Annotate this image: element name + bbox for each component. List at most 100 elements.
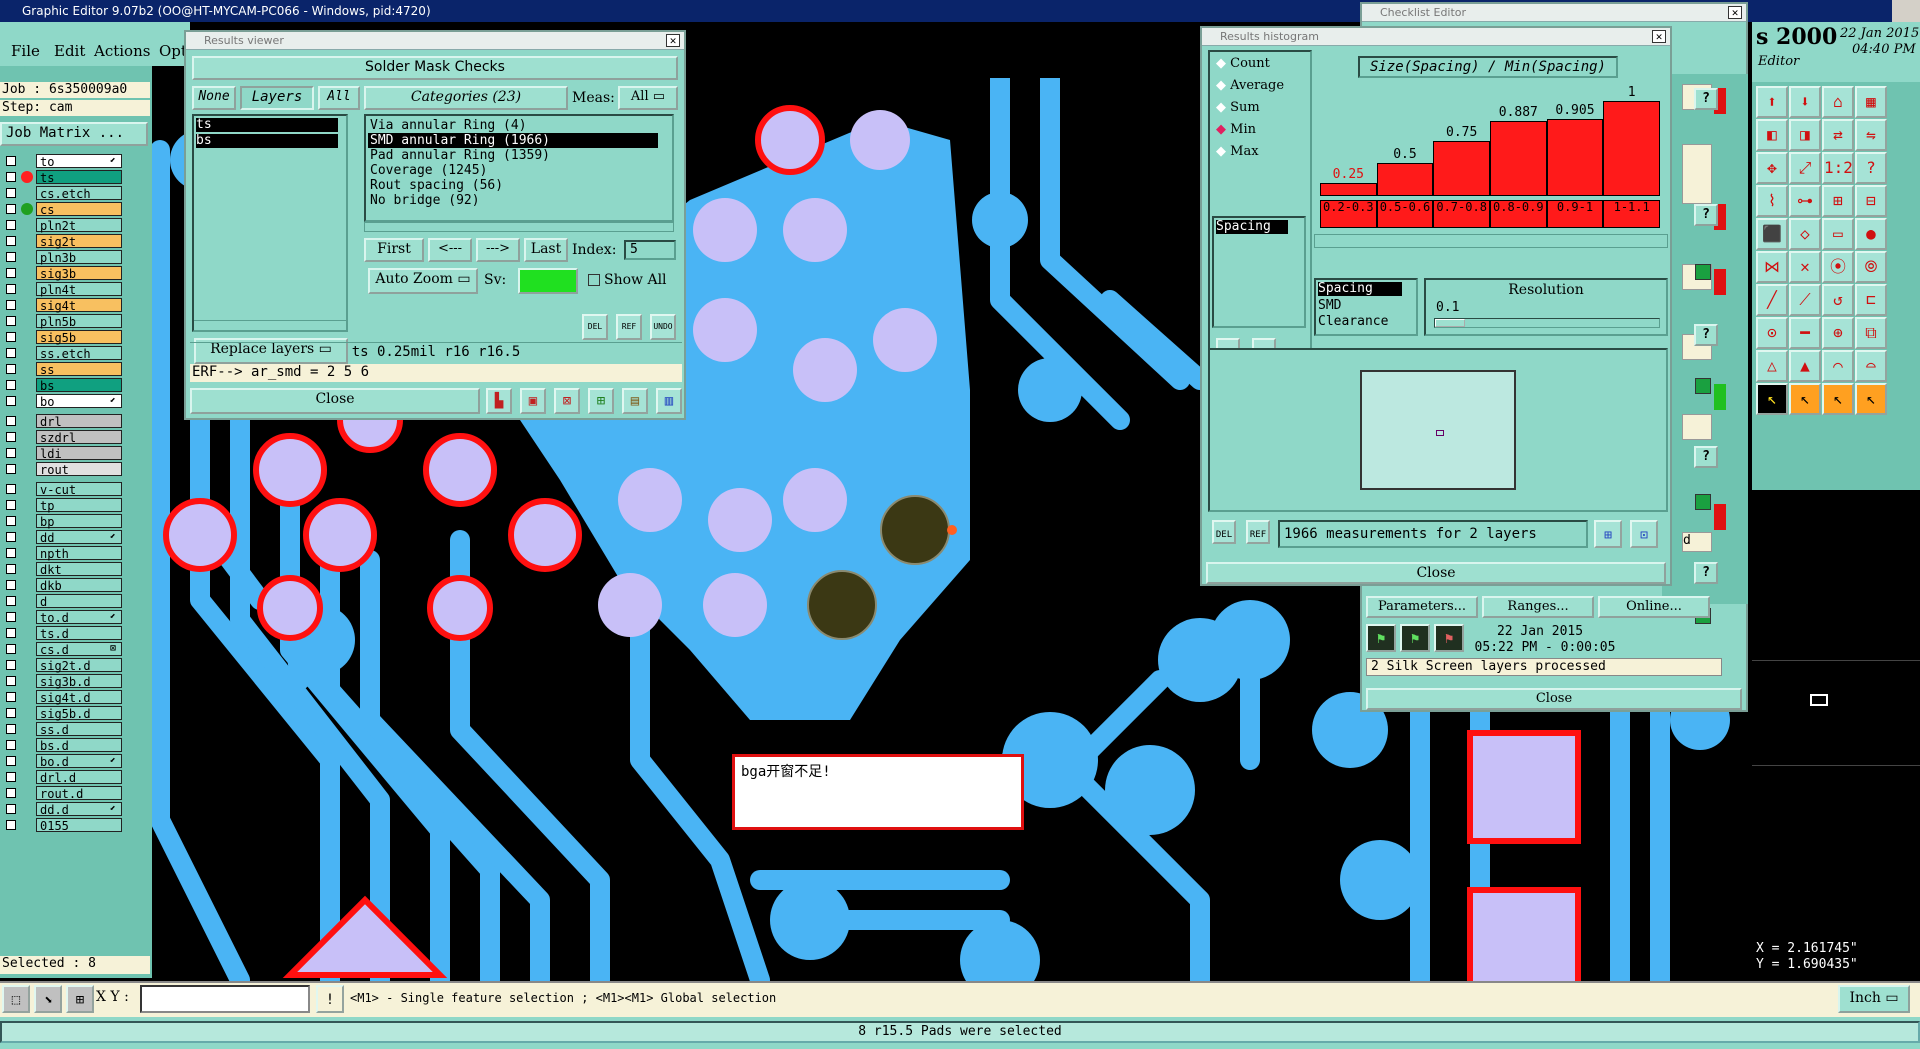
layer-row[interactable]: sig3b.d [4,674,122,689]
layer-row[interactable]: npth [4,546,122,561]
layer-row[interactable]: sig3b [4,266,122,281]
layer-name[interactable]: bp [36,514,122,529]
layer-checkbox[interactable] [6,448,16,458]
layer-checkbox[interactable] [6,432,16,442]
layer-row[interactable]: pln2t [4,218,122,233]
cross-icon[interactable]: ✕ [1789,251,1821,283]
type-clearance[interactable]: Clearance [1318,314,1388,329]
layer-row[interactable]: bo ⬋ [4,394,122,409]
layer-name[interactable]: pln4t [36,282,122,297]
route-icon[interactable]: ⌇ [1756,185,1788,217]
info-icon[interactable]: ! [316,985,344,1013]
layer-checkbox[interactable] [6,708,16,718]
pointer-zoom-icon[interactable]: ↖ [1855,383,1887,415]
layer-name[interactable]: ldi [36,446,122,461]
grid-view-icon[interactable]: ▦ [1855,86,1887,118]
type-smd[interactable]: SMD [1318,298,1341,313]
layer-row[interactable]: ts.d [4,626,122,641]
histogram-bar[interactable] [1603,101,1660,196]
layer-row[interactable]: ts [4,170,122,185]
move-left-icon[interactable]: ◧ [1756,119,1788,151]
align-icon[interactable]: ⊞ [1822,185,1854,217]
categories-button[interactable]: Categories (23) [364,86,568,110]
zoom-icon[interactable]: ⊞ [1594,520,1622,548]
layer-row[interactable]: sig4t [4,298,122,313]
cluster-icon[interactable]: ⧉ [1855,317,1887,349]
menu-actions[interactable]: Actions [94,42,150,60]
layer-name[interactable]: ss.d [36,722,122,737]
spacing-list[interactable]: Spacing [1212,216,1306,328]
layer-row[interactable]: cs [4,202,122,217]
layer-row[interactable]: dd.d ⬋ [4,802,122,817]
layer-checkbox[interactable] [6,364,16,374]
layer-name[interactable]: ss.etch [36,346,122,361]
stop-icon[interactable]: ⚑ [1434,624,1464,652]
xy-input[interactable] [140,985,310,1013]
layer-checkbox[interactable] [6,628,16,638]
layer-row[interactable]: drl.d [4,770,122,785]
layer-name[interactable]: ts.d [36,626,122,641]
minus-icon[interactable]: ━ [1789,317,1821,349]
grid-snap-icon[interactable]: ⊞ [66,985,94,1013]
auto-zoom-button[interactable]: Auto Zoom ▭ [368,268,478,294]
viewer-close-button[interactable]: Close [190,388,480,414]
count-icon[interactable]: ⊞ [588,388,614,414]
type-list[interactable]: Spacing SMD Clearance [1314,278,1418,336]
category-item[interactable]: Rout spacing (56) [368,178,658,193]
ranges-button[interactable]: Ranges... [1482,596,1594,618]
layer-name[interactable]: bs [36,378,122,393]
layer-checkbox[interactable] [6,348,16,358]
layer-row[interactable]: szdrl [4,430,122,445]
layer-checkbox[interactable] [6,692,16,702]
category-item[interactable]: SMD annular Ring (1966) [368,133,658,148]
layer-name[interactable]: szdrl [36,430,122,445]
slash-icon[interactable]: ⟋ [1789,284,1821,316]
arch-right-icon[interactable]: ⌓ [1855,350,1887,382]
histogram-bar[interactable] [1320,183,1377,196]
layers-button[interactable]: Layers [240,86,314,110]
layer-row[interactable]: 0155 [4,818,122,833]
sv-color-select[interactable] [518,268,578,294]
select-icon[interactable]: ⊡ [1630,520,1658,548]
layer-list-scrollbar[interactable] [194,320,346,330]
mini-view[interactable]: X = 2.161745" Y = 1.690435" [1752,490,1920,981]
layer-row[interactable]: sig2t.d [4,658,122,673]
arch-icon[interactable]: ⌒ [1822,350,1854,382]
layer-checkbox[interactable] [6,500,16,510]
layer-checkbox[interactable] [6,332,16,342]
snap-icon[interactable]: ⬊ [34,985,62,1013]
ref-button[interactable]: REF [616,314,642,340]
ref-button[interactable]: REF [1246,520,1270,544]
layer-checkbox[interactable] [6,416,16,426]
layer-name[interactable]: tp [36,498,122,513]
layer-checkbox[interactable] [6,676,16,686]
layer-row[interactable]: bs.d [4,738,122,753]
run-icon[interactable]: ⚑ [1366,624,1396,652]
layer-checkbox[interactable] [6,188,16,198]
layer-name[interactable]: cs [36,202,122,217]
category-item[interactable]: Pad annular Ring (1359) [368,148,658,163]
mode-radio[interactable]: ◆ Min [1216,122,1306,142]
grid-icon[interactable]: ⊠ [554,388,580,414]
report-icon[interactable]: ▤ [622,388,648,414]
mode-radio[interactable]: ◆ Count [1216,56,1306,76]
shape-icon[interactable]: ◇ [1789,218,1821,250]
undo-button[interactable]: UNDO [650,314,676,340]
layer-checkbox[interactable] [6,236,16,246]
layer-checkbox[interactable] [6,268,16,278]
category-item[interactable]: No bridge (92) [368,193,658,208]
layer-row[interactable]: tp [4,498,122,513]
index-input[interactable]: 5 [624,240,676,260]
none-button[interactable]: None [192,86,236,110]
layer-checkbox[interactable] [6,596,16,606]
last-button[interactable]: Last [524,238,568,262]
parameters-button[interactable]: Parameters... [1366,596,1478,618]
layer-checkbox[interactable] [6,156,16,166]
layer-checkbox[interactable] [6,516,16,526]
line-icon[interactable]: ╱ [1756,284,1788,316]
mode-radio[interactable]: ◆ Max [1216,144,1306,164]
layer-row[interactable]: cs.etch [4,186,122,201]
layer-row[interactable]: ldi [4,446,122,461]
layer-checkbox[interactable] [6,788,16,798]
screen-icon[interactable]: ▣ [520,388,546,414]
